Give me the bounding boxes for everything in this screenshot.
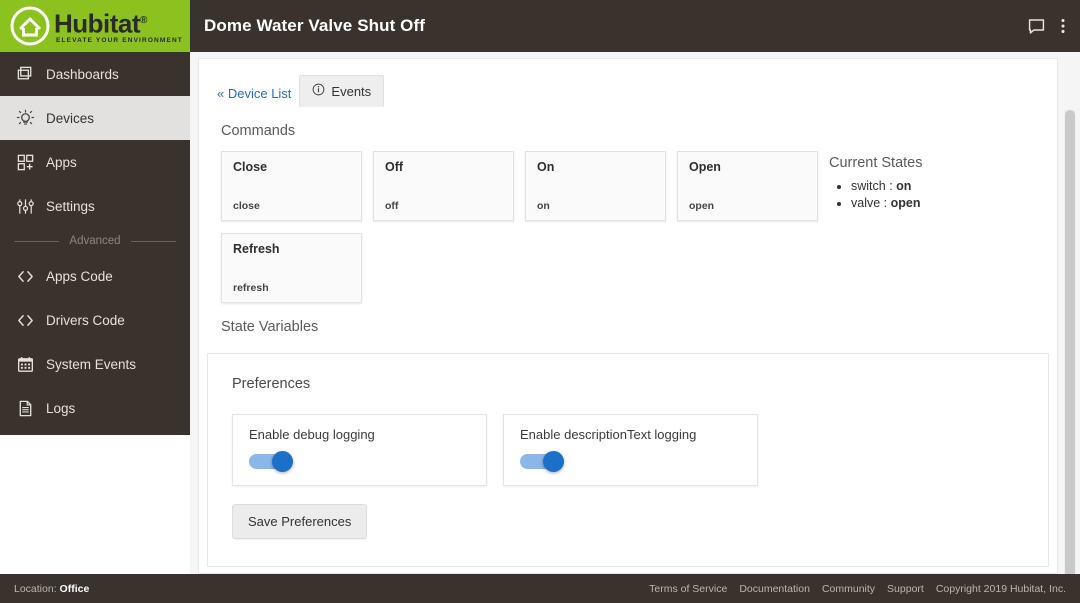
footer-links: Terms of Service Documentation Community… (649, 583, 1066, 595)
scrollbar-thumb[interactable] (1065, 110, 1075, 603)
command-card-refresh[interactable]: Refresh refresh (221, 233, 362, 303)
header-actions (1027, 16, 1066, 36)
location-value: Office (59, 582, 90, 595)
trademark-mark: ® (140, 14, 147, 26)
sidebar-item-label: Drivers Code (46, 312, 125, 328)
preference-label: Enable debug logging (249, 427, 375, 442)
advanced-section-separator: Advanced (0, 228, 190, 254)
sidebar-item-label: System Events (46, 356, 137, 372)
sidebar-item-dashboards[interactable]: Dashboards (0, 52, 190, 96)
dashboards-icon (8, 65, 42, 84)
tab-events[interactable]: Events (299, 75, 385, 107)
sidebar-item-label: Settings (46, 198, 95, 214)
sidebar-item-settings[interactable]: Settings (0, 184, 190, 228)
tab-row: « Device List Events (217, 73, 1039, 107)
location-status: Location: Office (14, 583, 89, 595)
separator-line-right (130, 240, 176, 242)
separator-line-left (14, 240, 60, 242)
sidebar-item-label: Dashboards (46, 66, 119, 82)
preferences-title: Preferences (232, 376, 311, 392)
sliders-icon (8, 197, 42, 216)
sidebar-item-devices[interactable]: Devices (0, 96, 190, 140)
commands-section-title: Commands (221, 123, 296, 139)
chat-bubble-icon[interactable] (1027, 17, 1046, 36)
lightbulb-icon (8, 109, 42, 128)
info-circle-icon (312, 83, 325, 99)
command-subtitle: refresh (233, 282, 269, 294)
preferences-panel: Preferences Enable debug logging Enable … (207, 353, 1049, 567)
command-card-off[interactable]: Off off (373, 151, 514, 221)
footer-link-documentation[interactable]: Documentation (739, 583, 810, 595)
hubitat-device-page: Hubitat® ELEVATE YOUR ENVIRONMENT Dashbo… (0, 0, 1080, 603)
current-states-panel: Current States switch : on valve : open (829, 155, 1057, 212)
command-card-open[interactable]: Open open (677, 151, 818, 221)
toggle-knob (272, 451, 293, 472)
preference-card-debug-logging: Enable debug logging (232, 414, 487, 486)
state-variables-title: State Variables (221, 319, 319, 335)
footer-link-community[interactable]: Community (822, 583, 875, 595)
footer-copyright: Copyright 2019 Hubitat, Inc. (935, 582, 1066, 595)
state-value: open (890, 196, 921, 210)
sidebar-item-label: Apps (46, 154, 77, 170)
document-lines-icon (8, 399, 42, 418)
advanced-label: Advanced (69, 235, 121, 247)
command-subtitle: open (689, 200, 715, 212)
brand-tagline: ELEVATE YOUR ENVIRONMENT (56, 37, 183, 45)
tab-events-label: Events (331, 83, 372, 99)
sidebar-nav: Dashboards Devices Apps Settings Advance… (0, 52, 190, 430)
current-states-list: switch : on valve : open (851, 178, 1057, 211)
footer-link-terms-of-service[interactable]: Terms of Service (649, 583, 727, 595)
preferences-toggle-row: Enable debug logging Enable descriptionT… (232, 414, 1024, 486)
device-detail-card: « Device List Events Commands Close clos… (198, 58, 1058, 574)
page-title: Dome Water Valve Shut Off (204, 16, 426, 35)
calendar-icon (8, 355, 42, 374)
footer-bar: Location: Office Terms of Service Docume… (0, 574, 1080, 603)
command-subtitle: on (537, 200, 550, 212)
footer-link-support[interactable]: Support (887, 583, 924, 595)
command-title: Close (233, 160, 268, 174)
command-card-on[interactable]: On on (525, 151, 666, 221)
brand-logo[interactable]: Hubitat® ELEVATE YOUR ENVIRONMENT (0, 0, 190, 52)
sidebar-item-system-events[interactable]: System Events (0, 342, 190, 386)
main-content: « Device List Events Commands Close clos… (190, 52, 1080, 603)
save-preferences-button[interactable]: Save Preferences (232, 504, 368, 539)
command-subtitle: off (385, 200, 399, 212)
sidebar-item-logs[interactable]: Logs (0, 386, 190, 430)
state-name: switch (851, 179, 886, 193)
sidebar-item-apps-code[interactable]: Apps Code (0, 254, 190, 298)
current-states-title: Current States (829, 155, 923, 171)
toggle-description-text-logging[interactable] (520, 451, 564, 472)
command-title: Open (689, 160, 721, 174)
apps-grid-plus-icon (8, 153, 42, 172)
command-subtitle: close (233, 200, 260, 212)
preference-card-description-text-logging: Enable descriptionText logging (503, 414, 758, 486)
code-brackets-icon (8, 267, 42, 286)
toggle-debug-logging[interactable] (249, 451, 293, 472)
toggle-knob (543, 451, 564, 472)
command-title: On (537, 160, 555, 174)
device-list-back-link[interactable]: « Device List (217, 86, 291, 107)
vertical-scrollbar[interactable] (1064, 110, 1076, 603)
command-title: Refresh (233, 242, 280, 256)
preference-label: Enable descriptionText logging (520, 427, 697, 442)
state-value: on (896, 179, 912, 193)
brand-name: Hubitat® (54, 8, 147, 39)
state-name: valve (851, 196, 881, 210)
state-item: valve : open (851, 195, 1057, 211)
location-label: Location: (14, 582, 57, 595)
vertical-dots-icon[interactable] (1060, 16, 1066, 36)
code-brackets-icon (8, 311, 42, 330)
commands-row-2: Refresh refresh (217, 233, 1039, 303)
sidebar-item-label: Apps Code (46, 268, 113, 284)
house-in-circle-icon (8, 4, 52, 48)
sidebar-item-label: Devices (46, 110, 95, 126)
sidebar-item-apps[interactable]: Apps (0, 140, 190, 184)
sidebar-item-drivers-code[interactable]: Drivers Code (0, 298, 190, 342)
top-header-bar: Dome Water Valve Shut Off (190, 0, 1080, 52)
command-title: Off (385, 160, 404, 174)
command-card-close[interactable]: Close close (221, 151, 362, 221)
sidebar: Hubitat® ELEVATE YOUR ENVIRONMENT Dashbo… (0, 0, 190, 435)
state-item: switch : on (851, 178, 1057, 194)
sidebar-item-label: Logs (46, 400, 76, 416)
